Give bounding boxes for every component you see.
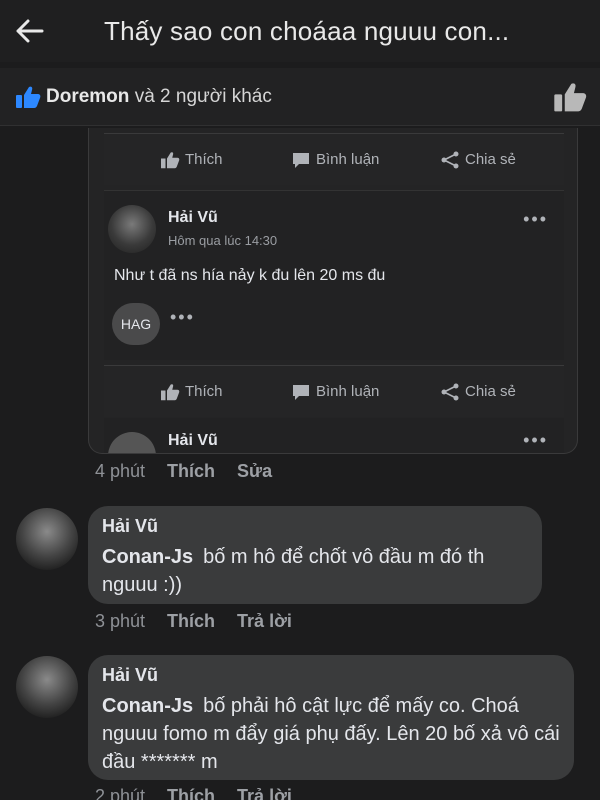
tag-more-icon[interactable]: •••	[170, 307, 195, 328]
comment-bubble: Hải Vũ Conan-Js bố m hô để chốt vô đầu m …	[88, 506, 542, 604]
like-comment-link[interactable]: Thích	[167, 611, 215, 632]
share-action[interactable]: Chia sẻ	[440, 151, 516, 169]
comment-action[interactable]: Bình luận	[291, 151, 379, 169]
back-arrow-icon	[16, 19, 44, 43]
post-actions-bottom: Thích Bình luận Chia sẻ	[104, 365, 564, 417]
share-action[interactable]: Chia sẻ	[440, 383, 516, 401]
top-bar: Thấy sao con choáaa nguuu con...	[0, 0, 600, 62]
post-text: Như t đã ns hía nảy k đu lên 20 ms đu	[114, 267, 386, 284]
post-author[interactable]: Hải Vũ	[168, 209, 218, 227]
avatar[interactable]	[16, 508, 78, 570]
like-post-button[interactable]	[552, 80, 588, 114]
comment-text: Conan-Js bố m hô để chốt vô đầu m đó th n…	[102, 546, 485, 596]
reactor-others: và 2 người khác	[134, 85, 272, 107]
reply-comment-link[interactable]: Trả lời	[237, 786, 292, 800]
comment-author[interactable]: Hải Vũ	[102, 665, 560, 686]
thumbs-up-icon	[161, 383, 180, 400]
avatar[interactable]	[16, 656, 78, 718]
comment-bubble: Hải Vũ Conan-Js bố phải hô cật lực để mấy…	[88, 655, 574, 780]
thumbs-up-icon	[554, 83, 587, 112]
comment-meta: 4 phút Thích Sửa	[95, 461, 294, 482]
comment-time: 2 phút	[95, 786, 146, 800]
back-button[interactable]	[0, 0, 60, 62]
like-comment-link[interactable]: Thích	[167, 461, 215, 482]
like-comment-link[interactable]: Thích	[167, 786, 215, 800]
shared-post-preview[interactable]: Thích Bình luận Chia sẻ Hải Vũ Hôm qua l…	[88, 128, 578, 454]
next-post-peek: Hải Vũ •••	[104, 418, 564, 453]
comment-author[interactable]: Hải Vũ	[102, 516, 528, 537]
like-action[interactable]: Thích	[160, 383, 223, 401]
share-icon	[441, 383, 459, 400]
embedded-post: Hải Vũ Hôm qua lúc 14:30 ••• Như t đã ns…	[104, 190, 564, 360]
comment-meta: 3 phút Thích Trả lời	[95, 611, 314, 632]
more-options-icon[interactable]: •••	[523, 209, 548, 230]
like-action[interactable]: Thích	[160, 151, 223, 169]
comment-icon	[293, 384, 309, 400]
avatar[interactable]	[108, 205, 156, 253]
post-timestamp[interactable]: Hôm qua lúc 14:30	[168, 233, 277, 248]
like-reaction-icon	[14, 83, 42, 111]
post-actions-top: Thích Bình luận Chia sẻ	[104, 133, 564, 185]
more-options-icon[interactable]: •••	[523, 430, 548, 451]
comment-time: 4 phút	[95, 461, 146, 481]
share-icon	[441, 151, 459, 168]
mention-link[interactable]: Conan-Js	[102, 695, 193, 717]
comment-icon	[293, 152, 309, 168]
mention-link[interactable]: Conan-Js	[102, 546, 193, 568]
comment-action[interactable]: Bình luận	[291, 383, 379, 401]
comment-meta: 2 phút Thích Trả lời	[95, 786, 314, 800]
edit-comment-link[interactable]: Sửa	[237, 461, 272, 482]
comment-time: 3 phút	[95, 611, 146, 631]
post-author: Hải Vũ	[168, 432, 218, 449]
reactor-name[interactable]: Doremon	[46, 86, 129, 107]
thumbs-up-icon	[161, 151, 180, 168]
reactions-text: Doremon và 2 người khác	[46, 86, 272, 108]
comment-text: Conan-Js bố phải hô cật lực để mấy co. Ch…	[102, 695, 560, 773]
tag-chip[interactable]: HAG	[112, 303, 160, 345]
avatar	[108, 432, 156, 453]
page-title: Thấy sao con choáaa nguuu con...	[104, 15, 510, 46]
reactions-summary[interactable]: Doremon và 2 người khác	[0, 68, 600, 126]
reply-comment-link[interactable]: Trả lời	[237, 611, 292, 632]
